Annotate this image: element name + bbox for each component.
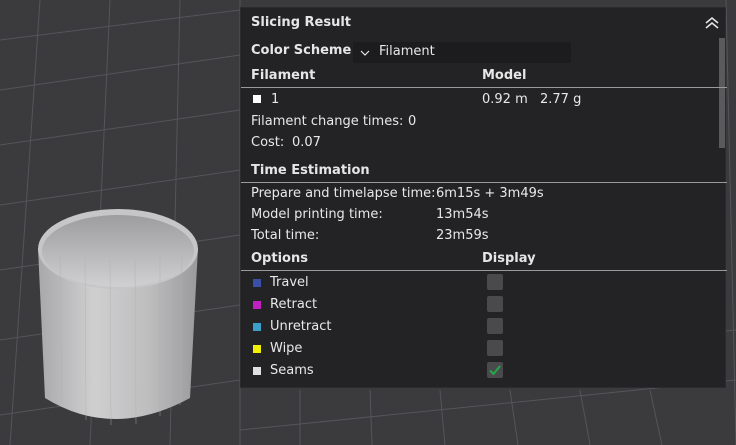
double-chevron-up-icon [705,17,719,29]
display-column-header: Display [482,251,536,266]
printed-cylinder-model [38,209,198,426]
color-scheme-label: Color Scheme [251,43,352,58]
wipe-color-swatch [253,345,261,353]
model-weight: 2.77 g [540,92,582,107]
filament-color-swatch [253,95,261,103]
option-unretract-label: Unretract [270,319,332,334]
filament-index: 1 [271,92,280,107]
time-row-value: 13m54s [436,207,489,222]
cost-value: 0.07 [292,135,321,150]
unretract-display-checkbox[interactable] [487,318,503,334]
collapse-button[interactable] [703,14,721,32]
cost-label: Cost: [251,135,285,150]
chevron-down-icon [360,50,370,56]
option-wipe-label: Wipe [270,341,303,356]
panel-scrollbar[interactable] [719,38,725,148]
time-row-value: 6m15s + 3m49s [436,186,544,201]
retract-display-checkbox[interactable] [487,296,503,312]
filament-column-header: Filament [251,68,316,83]
options-column-header: Options [251,251,308,266]
divider [241,87,727,88]
seams-display-checkbox[interactable] [487,362,503,378]
travel-display-checkbox[interactable] [487,274,503,290]
filament-change-times-value: 0 [408,114,417,129]
retract-color-swatch [253,301,261,309]
option-seams-label: Seams [270,363,314,378]
filament-change-times-label: Filament change times: [251,114,404,129]
divider [241,182,727,183]
slicing-result-panel: Slicing Result Color Scheme Filament Fil… [240,7,727,388]
color-scheme-value: Filament [379,44,435,59]
seams-color-swatch [253,367,261,375]
checkmark-icon [489,365,501,376]
model-length: 0.92 m [482,92,528,107]
time-row-label: Total time: [251,228,320,243]
divider [241,270,727,271]
time-row-label: Model printing time: [251,207,383,222]
time-row-value: 23m59s [436,228,489,243]
model-column-header: Model [482,68,527,83]
time-row-label: Prepare and timelapse time: [251,186,436,201]
option-retract-label: Retract [270,297,318,312]
panel-title: Slicing Result [251,15,352,30]
travel-color-swatch [253,279,261,287]
color-scheme-dropdown[interactable]: Filament [353,42,571,63]
time-estimation-header: Time Estimation [251,163,370,178]
wipe-display-checkbox[interactable] [487,340,503,356]
unretract-color-swatch [253,323,261,331]
option-travel-label: Travel [270,275,309,290]
